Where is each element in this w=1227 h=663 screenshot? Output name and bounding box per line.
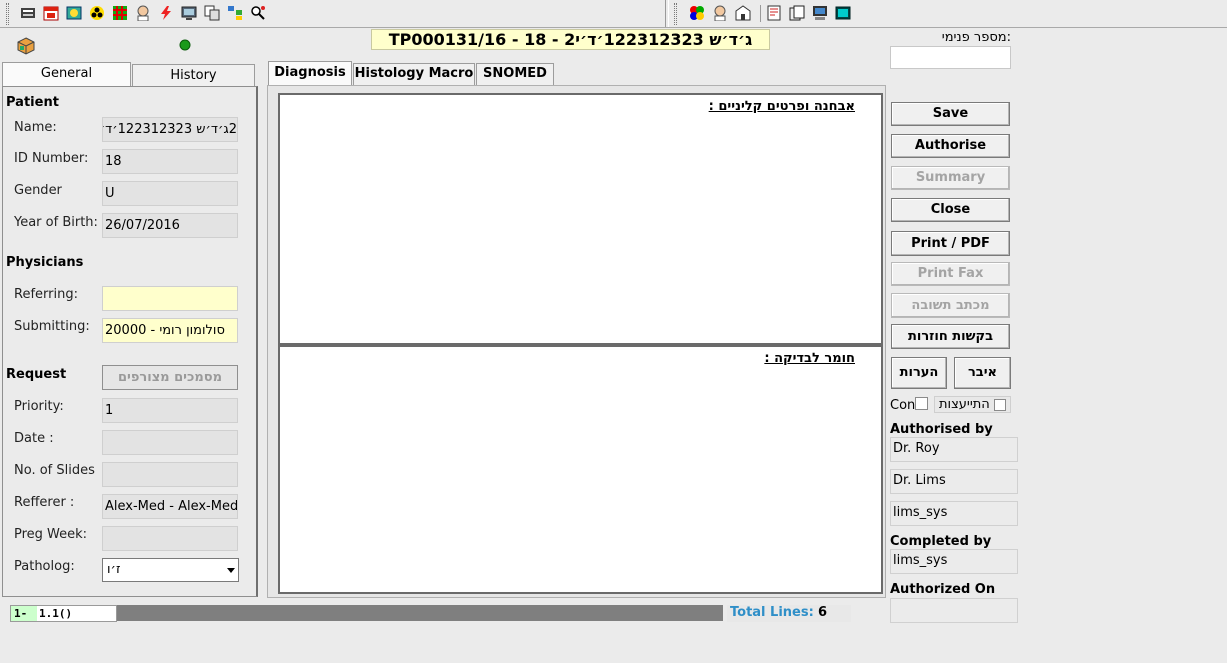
total-lines-value: 6 [815,605,851,622]
authorized-on-label: Authorized On [890,582,996,597]
name-field: 2ג׳ד׳ש 122312323׳ד׳י [102,117,238,142]
summary-button[interactable]: Summary [891,166,1010,190]
patholog-label: Patholog: [14,559,75,574]
specimen-editor[interactable]: חומר לבדיקה : [278,345,883,594]
status-cursor-position: 1.1() [39,607,73,620]
tab-histology-macro[interactable]: Histology Macro [353,63,475,85]
monitor-icon[interactable] [181,5,197,21]
consult-label: התייעצות [939,397,990,412]
year-of-birth-label: Year of Birth: [14,215,98,230]
biohazard-icon[interactable] [89,5,105,21]
patholog-select[interactable]: ז׳ו [102,558,239,582]
image-icon[interactable] [66,5,82,21]
calendar-icon[interactable] [43,5,59,21]
toolbar-grip[interactable] [6,3,9,25]
building-icon[interactable] [735,5,751,21]
submitting-label: Submitting: [14,319,90,334]
colors-icon[interactable] [689,5,705,21]
total-lines-label: Total Lines: [727,605,815,622]
attached-documents-button[interactable]: מסמכים מצורפים [102,365,238,390]
tab-snomed[interactable]: SNOMED [476,63,554,85]
doctor-icon[interactable] [135,5,151,21]
patient-heading: Patient [6,95,59,110]
authorized-on-field [890,598,1018,623]
grid-icon[interactable] [112,5,128,21]
user-icon[interactable] [712,5,728,21]
toolbar-grip-2[interactable] [674,3,677,25]
name-label: Name: [14,120,57,135]
authorised-by-label: Authorised by [890,422,993,437]
clinical-details-heading: אבחנה ופרטים קליניים : [708,99,855,114]
case-title: TP000131/16 - 18 - 2ג׳ד׳ש 122312323׳ד׳י [371,29,770,50]
notes-button[interactable]: הערות [891,357,947,389]
preg-week-field [102,526,238,551]
save-button[interactable]: Save [891,102,1010,126]
date-field [102,430,238,455]
id-number-label: ID Number: [14,151,89,166]
completed-by-field: lims_sys [890,549,1018,574]
search-icon[interactable] [250,5,266,21]
screen-icon[interactable] [835,5,851,21]
toolbar-divider [760,5,761,22]
con-checkbox[interactable] [915,397,928,410]
slides-field [102,462,238,487]
print-pdf-button[interactable]: Print / PDF [891,231,1010,256]
priority-field: 1 [102,398,238,423]
physicians-heading: Physicians [6,255,84,270]
chevron-down-icon [227,568,235,573]
con-label: Con [890,398,916,413]
gender-label: Gender [14,183,62,198]
reply-letter-button[interactable]: מכתב תשובה [891,293,1010,318]
request-heading: Request [6,367,67,382]
slides-label: No. of Slides [14,463,95,478]
tab-diagnosis[interactable]: Diagnosis [268,61,352,85]
refferer-field: Alex-Med - Alex-Med [102,494,238,519]
specimen-heading: חומר לבדיקה : [764,351,855,366]
organ-button[interactable]: איבר [954,357,1011,389]
authorised-by-2: Dr. Lims [890,469,1018,494]
submitting-field[interactable]: סולומון רומי - 20000 [102,318,238,343]
tab-history[interactable]: History [132,64,255,86]
tab-general[interactable]: General [2,62,131,86]
report-icon[interactable] [766,5,782,21]
refferer-label: Refferer : [14,495,75,510]
year-of-birth-field: 26/07/2016 [102,213,238,238]
status-line-number: 1- [11,606,37,621]
keyboard-icon[interactable] [20,5,36,21]
clinical-details-editor[interactable]: אבחנה ופרטים קליניים : [278,93,883,345]
consult-group: התייעצות [934,396,1011,413]
authorised-by-1: Dr. Roy [890,437,1018,462]
patholog-selected: ז׳ו [107,562,121,577]
gender-field: U [102,181,238,206]
internal-number-label: מספר פנימי: [941,30,1011,45]
cube-icon[interactable] [17,37,35,55]
consult-checkbox[interactable] [994,399,1006,411]
toolbar-separator [665,0,669,27]
return-requests-button[interactable]: בקשות חוזרות [891,324,1010,349]
priority-label: Priority: [14,399,64,414]
internal-number-input[interactable] [890,46,1011,69]
referring-field[interactable] [102,286,238,311]
referring-label: Referring: [14,287,78,302]
tree-view-icon[interactable] [227,5,243,21]
toolbar [0,0,1227,28]
status-progress-bar [117,605,723,621]
authorise-button[interactable]: Authorise [891,134,1010,158]
computer-icon[interactable] [812,5,828,21]
authorised-by-3: lims_sys [890,501,1018,526]
close-button[interactable]: Close [891,198,1010,222]
documents-icon[interactable] [789,5,805,21]
completed-by-label: Completed by [890,534,992,549]
print-fax-button[interactable]: Print Fax [891,262,1010,286]
status-indicator-icon [179,39,191,51]
lightning-icon[interactable] [158,5,174,21]
id-number-field: 18 [102,149,238,174]
preg-week-label: Preg Week: [14,527,88,542]
copy-icon[interactable] [204,5,220,21]
date-label: Date : [14,431,54,446]
